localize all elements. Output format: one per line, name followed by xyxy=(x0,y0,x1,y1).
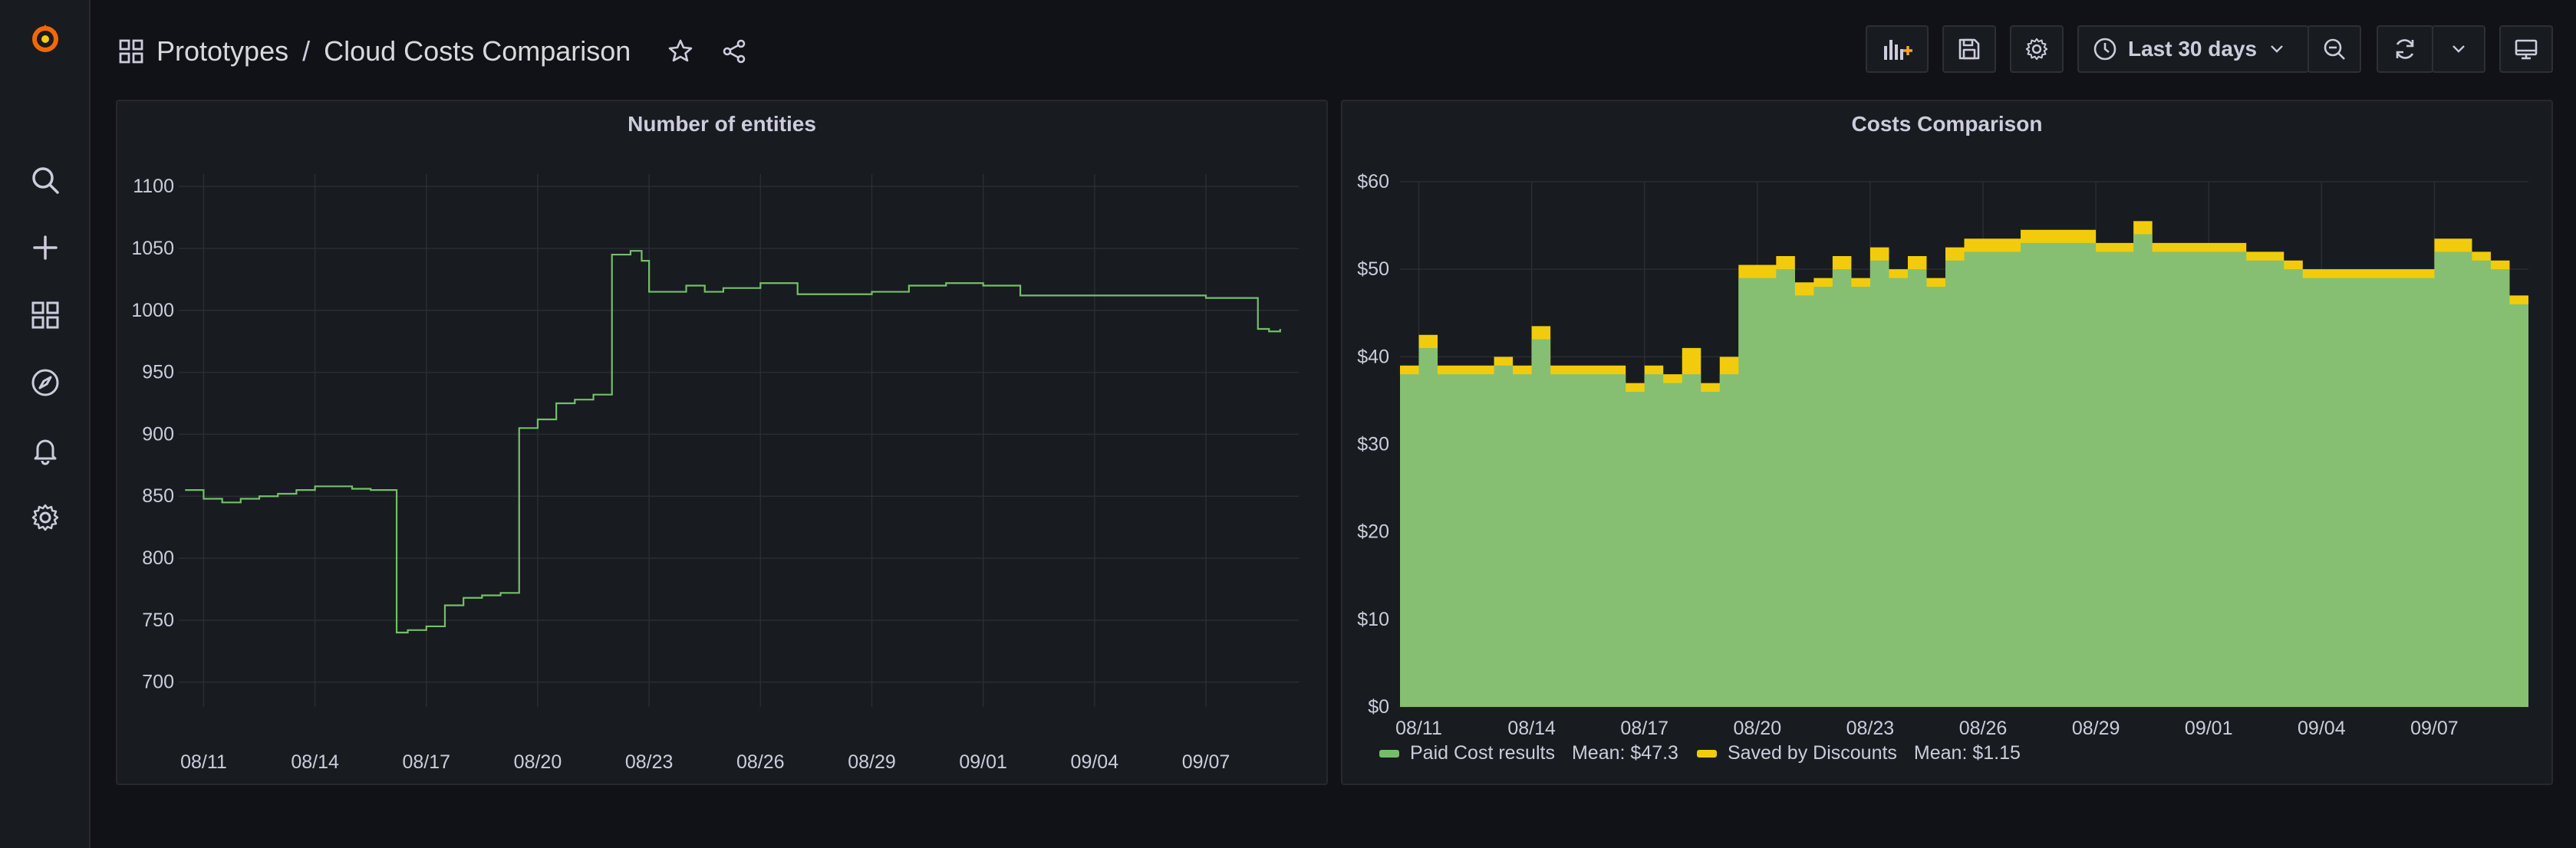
costs-area-chart[interactable]: $0 $10 $20 $30 $40 $50 $60 08/11 08/14 08/17 08/20… xyxy=(1342,101,2551,784)
time-range-label: Last 30 days xyxy=(2128,37,2258,61)
plus-icon[interactable] xyxy=(0,221,91,274)
clock-icon xyxy=(2093,38,2116,61)
panel-number-of-entities[interactable]: Number of entities 700 750 800 850 900 950 100… xyxy=(116,100,1328,785)
panel-costs-comparison[interactable]: Costs Comparison $0 $10 $20 $30 $40 $50 $60 08/… xyxy=(1341,100,2553,785)
breadcrumb: Prototypes / Cloud Costs Comparison xyxy=(156,32,631,71)
search-icon[interactable] xyxy=(0,153,91,207)
y-tick-label: $20 xyxy=(1357,521,1389,543)
star-icon[interactable] xyxy=(661,32,700,71)
dashboard-title[interactable]: Cloud Costs Comparison xyxy=(324,35,631,67)
y-tick-label: 1100 xyxy=(133,176,174,197)
dashboard-grid-icon xyxy=(112,32,150,71)
add-panel-button[interactable] xyxy=(1866,25,1929,73)
x-tick-label: 08/23 xyxy=(1846,718,1895,739)
y-tick-label: $40 xyxy=(1357,346,1389,367)
dashboard-settings-gear-icon xyxy=(2025,38,2048,61)
x-tick-label: 08/29 xyxy=(848,751,896,773)
y-tick-label: 900 xyxy=(142,423,174,445)
legend-item-paid-cost[interactable]: Paid Cost results xyxy=(1410,742,1555,764)
explore-icon[interactable] xyxy=(0,356,91,409)
breadcrumb-separator: / xyxy=(302,35,311,67)
x-tick-label: 08/26 xyxy=(736,751,785,773)
x-tick-label: 08/11 xyxy=(1395,718,1442,739)
x-tick-label: 08/20 xyxy=(1734,718,1782,739)
x-tick-label: 09/07 xyxy=(2410,718,2459,739)
series-line xyxy=(185,250,1281,634)
chart-legend: Paid Cost results Mean: $47.3 Saved by D… xyxy=(1379,742,2039,764)
y-tick-label: $30 xyxy=(1357,434,1389,455)
x-tick-label: 08/26 xyxy=(1959,718,2008,739)
breadcrumb-folder[interactable]: Prototypes xyxy=(156,35,288,67)
settings-gear-icon[interactable] xyxy=(0,491,91,544)
x-tick-label: 08/17 xyxy=(1620,718,1668,739)
monitor-icon xyxy=(2515,39,2538,60)
save-icon xyxy=(1958,38,1980,60)
zoom-out-icon xyxy=(2324,38,2345,60)
dashboard-settings-button[interactable] xyxy=(2010,25,2064,73)
tv-mode-button[interactable] xyxy=(2499,25,2553,73)
legend-item-saved-by-discounts[interactable]: Saved by Discounts xyxy=(1728,742,1897,764)
x-tick-label: 09/01 xyxy=(2185,718,2233,739)
series-area-paid-cost xyxy=(1400,234,2528,707)
grafana-logo-icon[interactable] xyxy=(0,12,91,65)
refresh-chevron-down-icon xyxy=(2452,45,2465,53)
chevron-down-icon xyxy=(2271,45,2283,53)
legend-swatch-paid xyxy=(1379,749,1399,758)
x-tick-label: 09/04 xyxy=(1071,751,1119,773)
save-dashboard-button[interactable] xyxy=(1942,25,1996,73)
y-tick-label: $0 xyxy=(1368,696,1389,718)
y-tick-label: 800 xyxy=(142,547,174,569)
share-icon[interactable] xyxy=(715,32,753,71)
y-tick-label: $50 xyxy=(1357,258,1389,280)
x-tick-label: 08/20 xyxy=(514,751,562,773)
y-tick-label: 700 xyxy=(142,672,174,693)
y-tick-label: 1000 xyxy=(131,300,174,321)
add-panel-icon xyxy=(1884,40,1912,60)
y-tick-label: 850 xyxy=(142,485,174,507)
x-tick-label: 08/29 xyxy=(2072,718,2120,739)
legend-mean-paid: Mean: $47.3 xyxy=(1571,742,1678,764)
x-tick-label: 09/04 xyxy=(2298,718,2346,739)
x-tick-label: 08/11 xyxy=(180,751,227,773)
x-tick-label: 08/14 xyxy=(291,751,339,773)
refresh-interval-dropdown[interactable] xyxy=(2432,25,2485,73)
time-range-picker[interactable]: Last 30 days xyxy=(2077,25,2309,73)
y-tick-label: 750 xyxy=(142,610,174,631)
sidebar xyxy=(0,0,91,848)
x-tick-label: 08/17 xyxy=(402,751,450,773)
x-tick-label: 08/23 xyxy=(625,751,674,773)
x-tick-label: 08/14 xyxy=(1507,718,1556,739)
refresh-icon xyxy=(2396,39,2414,59)
x-tick-label: 09/07 xyxy=(1182,751,1230,773)
x-tick-label: 09/01 xyxy=(959,751,1007,773)
grafana-logo-icon-graphic xyxy=(32,25,58,52)
entities-line-chart[interactable]: 700 750 800 850 900 950 1000 1050 1100 08/11 08/14… xyxy=(117,101,1326,784)
y-tick-label: $60 xyxy=(1357,171,1389,192)
zoom-out-button[interactable] xyxy=(2308,25,2361,73)
y-tick-label: 950 xyxy=(142,362,174,383)
y-tick-label: 1050 xyxy=(131,238,174,259)
legend-mean-saved: Mean: $1.15 xyxy=(1913,742,2021,764)
y-tick-label: $10 xyxy=(1357,609,1389,630)
refresh-button[interactable] xyxy=(2377,25,2433,73)
dashboards-icon[interactable] xyxy=(0,288,91,342)
legend-swatch-saved xyxy=(1696,749,1717,758)
alerting-bell-icon[interactable] xyxy=(0,423,91,477)
